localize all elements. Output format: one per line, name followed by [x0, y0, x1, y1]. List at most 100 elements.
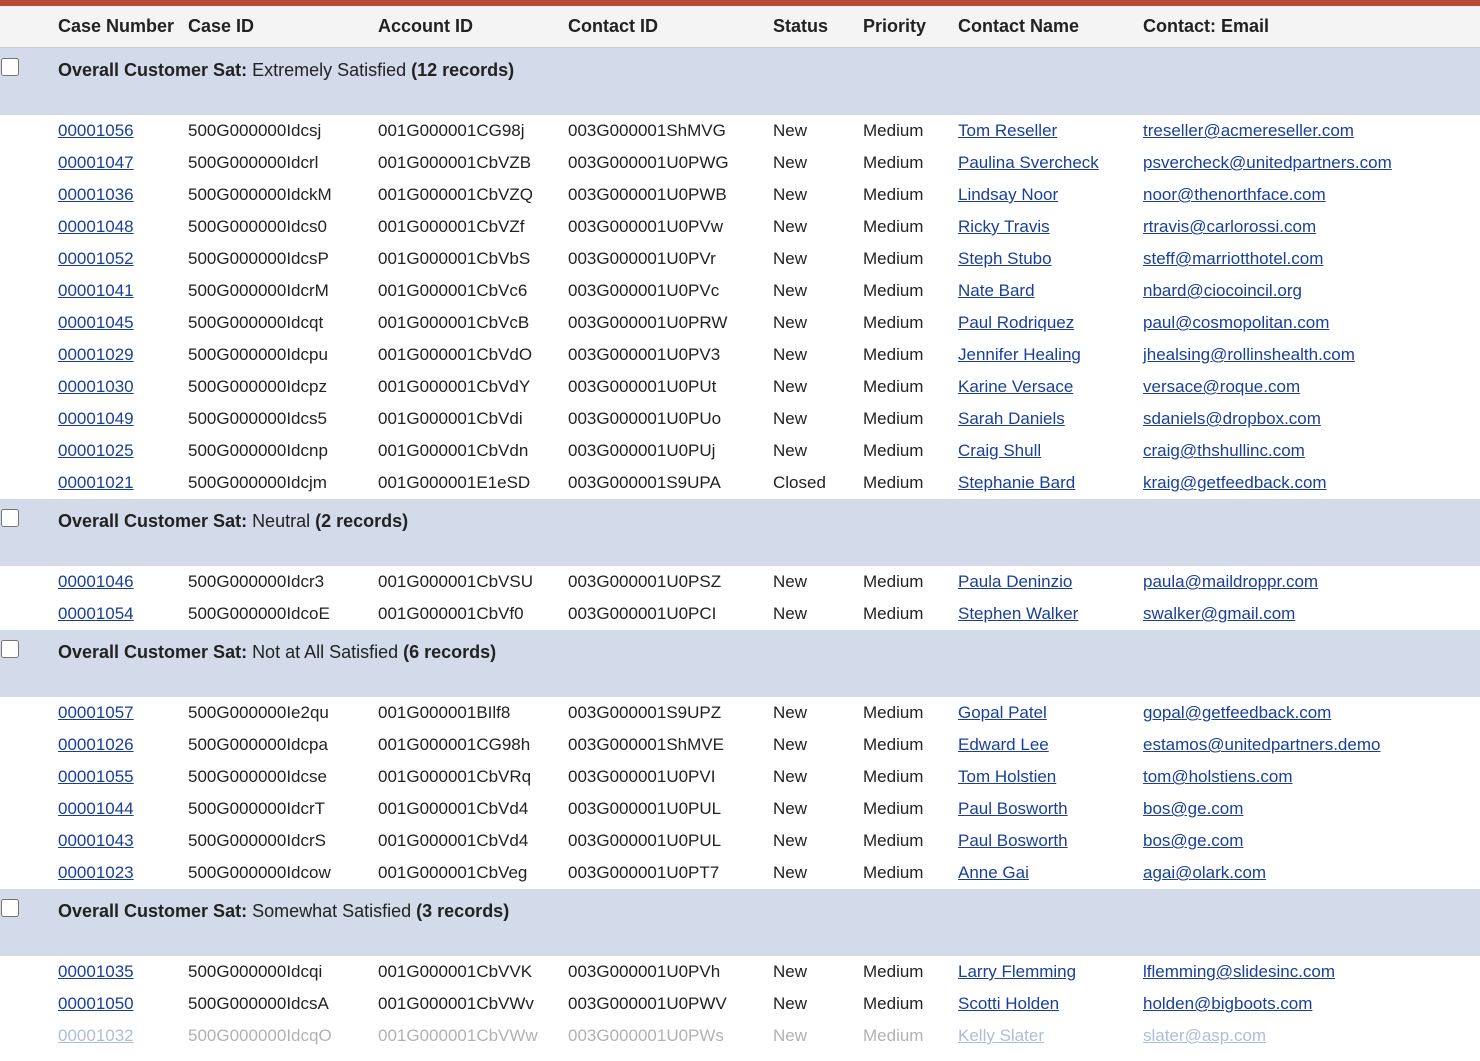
account-id-cell: 001G000001CbVZB — [370, 147, 560, 179]
contact-name-link[interactable]: Paul Rodriquez — [958, 313, 1074, 332]
contact-email-link[interactable]: noor@thenorthface.com — [1143, 185, 1326, 204]
case-number-link[interactable]: 00001045 — [58, 313, 134, 332]
contact-name-link[interactable]: Paula Deninzio — [958, 572, 1072, 591]
case-number-link[interactable]: 00001046 — [58, 572, 134, 591]
case-number-cell: 00001030 — [50, 371, 180, 403]
case-number-link[interactable]: 00001055 — [58, 767, 134, 786]
col-checkbox-header[interactable] — [0, 6, 50, 48]
contact-email-link[interactable]: kraig@getfeedback.com — [1143, 473, 1327, 492]
contact-name-link[interactable]: Stephanie Bard — [958, 473, 1075, 492]
contact-name-link[interactable]: Tom Reseller — [958, 121, 1057, 140]
contact-email-link[interactable]: gopal@getfeedback.com — [1143, 703, 1331, 722]
contact-email-cell: holden@bigboots.com — [1135, 988, 1480, 1020]
case-number-link[interactable]: 00001041 — [58, 281, 134, 300]
group-select-checkbox[interactable] — [1, 58, 19, 76]
case-number-link[interactable]: 00001057 — [58, 703, 134, 722]
row-checkbox-cell — [0, 1020, 50, 1052]
contact-email-link[interactable]: paula@maildroppr.com — [1143, 572, 1318, 591]
case-id-cell: 500G000000Idcpu — [180, 339, 370, 371]
contact-email-link[interactable]: estamos@unitedpartners.demo — [1143, 735, 1380, 754]
contact-name-link[interactable]: Kelly Slater — [958, 1026, 1044, 1045]
group-select-checkbox[interactable] — [1, 899, 19, 917]
case-number-link[interactable]: 00001035 — [58, 962, 134, 981]
contact-name-link[interactable]: Paul Bosworth — [958, 831, 1068, 850]
contact-name-link[interactable]: Paulina Svercheck — [958, 153, 1099, 172]
contact-name-link[interactable]: Jennifer Healing — [958, 345, 1081, 364]
contact-name-link[interactable]: Karine Versace — [958, 377, 1073, 396]
contact-name-link[interactable]: Stephen Walker — [958, 604, 1078, 623]
contact-email-link[interactable]: steff@marriotthotel.com — [1143, 249, 1323, 268]
contact-name-cell: Paula Deninzio — [950, 566, 1135, 598]
col-contact-name-header[interactable]: Contact Name — [950, 6, 1135, 48]
account-id-cell: 001G000001CbVcB — [370, 307, 560, 339]
contact-name-link[interactable]: Gopal Patel — [958, 703, 1047, 722]
case-number-link[interactable]: 00001043 — [58, 831, 134, 850]
case-number-cell: 00001057 — [50, 697, 180, 729]
contact-email-link[interactable]: treseller@acmereseller.com — [1143, 121, 1354, 140]
case-number-link[interactable]: 00001052 — [58, 249, 134, 268]
case-number-link[interactable]: 00001029 — [58, 345, 134, 364]
contact-email-link[interactable]: nbard@ciocoincil.org — [1143, 281, 1302, 300]
case-number-link[interactable]: 00001021 — [58, 473, 134, 492]
contact-email-link[interactable]: swalker@gmail.com — [1143, 604, 1295, 623]
case-number-link[interactable]: 00001026 — [58, 735, 134, 754]
col-status-header[interactable]: Status — [765, 6, 855, 48]
group-select-checkbox[interactable] — [1, 509, 19, 527]
case-number-link[interactable]: 00001056 — [58, 121, 134, 140]
contact-name-link[interactable]: Paul Bosworth — [958, 799, 1068, 818]
col-case-number-header[interactable]: Case Number — [50, 6, 180, 48]
group-title-cell: Overall Customer Sat: Neutral (2 records… — [50, 499, 1480, 566]
case-number-link[interactable]: 00001047 — [58, 153, 134, 172]
status-cell: New — [765, 761, 855, 793]
case-number-link[interactable]: 00001032 — [58, 1026, 134, 1045]
contact-email-link[interactable]: sdaniels@dropbox.com — [1143, 409, 1321, 428]
contact-id-cell: 003G000001U0PVc — [560, 275, 765, 307]
case-number-link[interactable]: 00001049 — [58, 409, 134, 428]
case-number-link[interactable]: 00001023 — [58, 863, 134, 882]
col-account-id-header[interactable]: Account ID — [370, 6, 560, 48]
contact-name-link[interactable]: Craig Shull — [958, 441, 1041, 460]
case-number-link[interactable]: 00001025 — [58, 441, 134, 460]
contact-name-link[interactable]: Ricky Travis — [958, 217, 1050, 236]
case-number-link[interactable]: 00001054 — [58, 604, 134, 623]
contact-email-link[interactable]: agai@olark.com — [1143, 863, 1266, 882]
contact-email-link[interactable]: versace@roque.com — [1143, 377, 1300, 396]
contact-name-link[interactable]: Nate Bard — [958, 281, 1035, 300]
table-row: 00001030500G000000Idcpz001G000001CbVdY00… — [0, 371, 1480, 403]
contact-email-link[interactable]: rtravis@carlorossi.com — [1143, 217, 1316, 236]
contact-name-link[interactable]: Steph Stubo — [958, 249, 1052, 268]
case-number-link[interactable]: 00001044 — [58, 799, 134, 818]
contact-email-link[interactable]: slater@asp.com — [1143, 1026, 1266, 1045]
contact-email-link[interactable]: psvercheck@unitedpartners.com — [1143, 153, 1392, 172]
contact-email-link[interactable]: tom@holstiens.com — [1143, 767, 1293, 786]
contact-name-link[interactable]: Sarah Daniels — [958, 409, 1065, 428]
col-contact-id-header[interactable]: Contact ID — [560, 6, 765, 48]
row-checkbox-cell — [0, 857, 50, 889]
contact-email-link[interactable]: holden@bigboots.com — [1143, 994, 1312, 1013]
col-case-id-header[interactable]: Case ID — [180, 6, 370, 48]
contact-email-link[interactable]: craig@thshullinc.com — [1143, 441, 1305, 460]
contact-name-link[interactable]: Edward Lee — [958, 735, 1049, 754]
contact-name-link[interactable]: Anne Gai — [958, 863, 1029, 882]
contact-email-link[interactable]: bos@ge.com — [1143, 831, 1243, 850]
col-contact-email-header[interactable]: Contact: Email — [1135, 6, 1480, 48]
col-priority-header[interactable]: Priority — [855, 6, 950, 48]
case-number-link[interactable]: 00001036 — [58, 185, 134, 204]
case-number-link[interactable]: 00001030 — [58, 377, 134, 396]
contact-email-link[interactable]: bos@ge.com — [1143, 799, 1243, 818]
status-cell: New — [765, 598, 855, 630]
contact-email-link[interactable]: jhealsing@rollinshealth.com — [1143, 345, 1355, 364]
case-id-cell: 500G000000Idcpz — [180, 371, 370, 403]
group-select-checkbox[interactable] — [1, 640, 19, 658]
contact-name-link[interactable]: Larry Flemming — [958, 962, 1076, 981]
case-number-link[interactable]: 00001050 — [58, 994, 134, 1013]
contact-email-link[interactable]: paul@cosmopolitan.com — [1143, 313, 1329, 332]
priority-cell: Medium — [855, 275, 950, 307]
contact-name-link[interactable]: Tom Holstien — [958, 767, 1056, 786]
case-number-cell: 00001023 — [50, 857, 180, 889]
case-number-link[interactable]: 00001048 — [58, 217, 134, 236]
contact-name-link[interactable]: Scotti Holden — [958, 994, 1059, 1013]
priority-cell: Medium — [855, 729, 950, 761]
contact-email-link[interactable]: lflemming@slidesinc.com — [1143, 962, 1335, 981]
contact-name-link[interactable]: Lindsay Noor — [958, 185, 1058, 204]
